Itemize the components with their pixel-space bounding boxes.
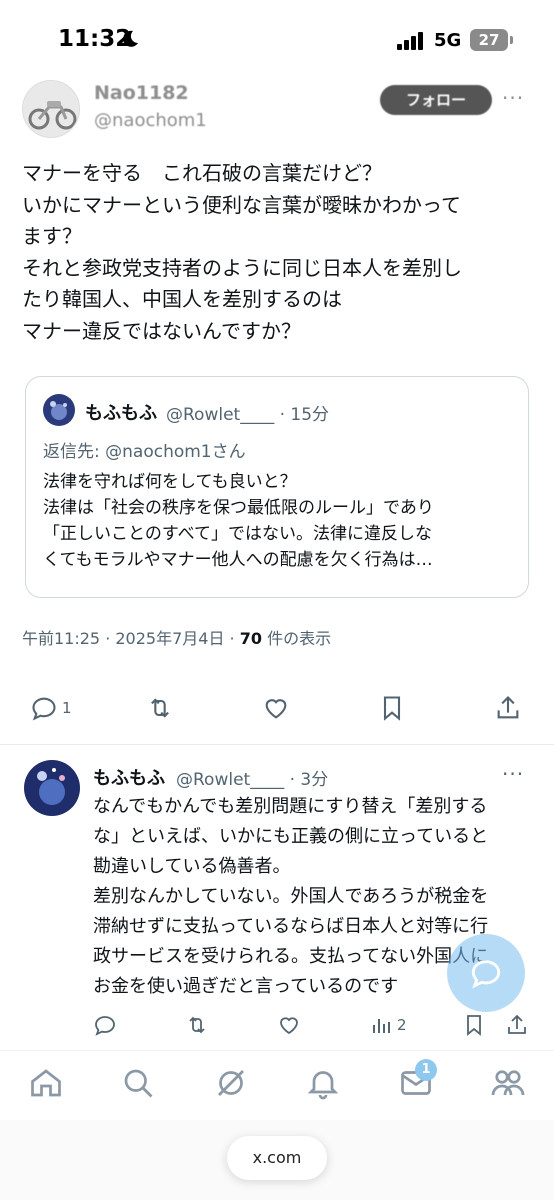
bookmark-icon xyxy=(467,1015,481,1036)
like-button[interactable] xyxy=(277,1005,301,1045)
repost-button[interactable] xyxy=(146,688,174,728)
post-text-line: マナー違反ではないんですか？ xyxy=(22,318,301,343)
follow-button[interactable]: フォロー xyxy=(380,85,492,115)
heart-icon xyxy=(280,1017,298,1035)
motorcycle-icon xyxy=(28,101,77,130)
grok-icon xyxy=(218,1070,244,1096)
repost-icon xyxy=(151,698,169,718)
moon-icon xyxy=(123,30,138,47)
reply-author-name[interactable]: もふもふ xyxy=(93,764,165,790)
chat-bubble-icon xyxy=(471,960,501,989)
bookmark-icon xyxy=(383,696,401,721)
nav-grok[interactable] xyxy=(213,1065,249,1101)
share-button[interactable] xyxy=(494,688,522,728)
reply-count: 1 xyxy=(62,699,72,717)
status-bar: 11:32 5G 27 xyxy=(0,0,554,84)
reply-icon xyxy=(32,697,56,721)
repost-button[interactable] xyxy=(185,1005,209,1045)
display-name[interactable]: Nao1182 xyxy=(94,82,189,104)
quote-author-name: もふもふ xyxy=(85,403,157,424)
user-handle[interactable]: @naochom1 xyxy=(94,110,207,131)
notification-badge: 1 xyxy=(415,1059,437,1081)
battery-icon: 27 xyxy=(470,29,508,51)
quote-text-line: 「正しいことのすべて」ではない。法律に違反しな xyxy=(43,524,432,544)
like-button[interactable] xyxy=(262,688,290,728)
post-timestamp: 午前11:25 · 2025年7月4日 · 70 件の表示 xyxy=(22,625,331,649)
post-text-line: それと参政党支持者のように同じ日本人を差別し xyxy=(22,255,462,280)
views-count: 70 xyxy=(239,629,262,648)
url-bar[interactable]: x.com xyxy=(227,1136,327,1180)
bell-icon xyxy=(307,1071,339,1100)
reply-text-line: 差別なんかしていない。外国人であろうが税金を xyxy=(93,886,489,907)
reply-icon xyxy=(95,1016,115,1036)
nav-communities[interactable] xyxy=(490,1065,526,1101)
quote-reply-to: 返信先: @naochom1さん xyxy=(43,442,246,462)
quote-avatar xyxy=(43,394,75,426)
reply-text-line: な」といえば、いかにも正義の側に立っていると xyxy=(93,826,489,847)
quote-text-line: 法律を守れば何をしても良いと？ xyxy=(43,472,297,492)
quote-text-line: くてもモラルやマナー他人への配慮を欠く行為は… xyxy=(43,550,433,570)
network-label: 5G xyxy=(434,30,462,51)
quoted-post-card[interactable]: もふもふ @Rowlet____ · 15分 返信先: @naochom1さん … xyxy=(25,376,529,598)
views-count: 2 xyxy=(397,1016,407,1034)
bottom-navigation: 1 xyxy=(0,1050,554,1120)
divider xyxy=(0,744,554,745)
post-text-line: いかにマナーという便利な言葉が曖昧かわかって xyxy=(22,192,461,217)
compose-reply-button[interactable] xyxy=(447,934,525,1012)
post-text: マナーを守る これ石破の言葉だけど？ いかにマナーという便利な言葉が曖昧かわかっ… xyxy=(22,158,537,348)
repost-icon xyxy=(189,1016,205,1034)
views-button[interactable]: 2 xyxy=(369,1005,407,1045)
reply-text-line: 勘違いしている偽善者。 xyxy=(93,856,291,877)
post-action-bar: 1 xyxy=(0,688,554,728)
quote-text-line: 法律は「社会の秩序を保つ最低限のルール」であり xyxy=(43,498,434,518)
battery-tip xyxy=(510,36,513,44)
reply-avatar[interactable] xyxy=(24,760,80,816)
bookmark-button[interactable] xyxy=(378,688,406,728)
heart-icon xyxy=(265,699,287,719)
views-label: 件の表示 xyxy=(261,629,332,648)
search-icon xyxy=(124,1069,153,1098)
nav-search[interactable] xyxy=(120,1065,156,1101)
signal-icon xyxy=(397,32,423,50)
timestamp-text: 午前11:25 · 2025年7月4日 · xyxy=(22,629,240,648)
share-icon xyxy=(497,696,519,719)
post-text-line: たり韓国人、中国人を差別するのは xyxy=(22,287,342,312)
share-icon xyxy=(508,1014,526,1034)
reply-button[interactable] xyxy=(93,1005,117,1045)
nav-home[interactable] xyxy=(28,1065,64,1101)
reply-button[interactable]: 1 xyxy=(30,688,72,728)
reply-text-line: なんでもかんでも差別問題にすり替え「差別する xyxy=(93,796,488,817)
reply-author-meta: @Rowlet____ · 3分 xyxy=(176,770,329,790)
avatar[interactable] xyxy=(22,80,80,138)
share-button[interactable] xyxy=(505,1005,529,1045)
home-icon xyxy=(31,1069,61,1097)
more-options-icon[interactable]: ··· xyxy=(502,762,524,786)
analytics-icon xyxy=(373,1019,390,1033)
quote-author-meta: @Rowlet____ · 15分 xyxy=(166,405,330,425)
post-text-line: ます？ xyxy=(22,224,82,249)
post-text-line: マナーを守る これ石破の言葉だけど？ xyxy=(22,161,382,185)
nav-notifications[interactable] xyxy=(305,1065,341,1101)
more-options-icon[interactable]: ··· xyxy=(502,86,524,110)
quote-text: 法律を守れば何をしても良いと？ 法律は「社会の秩序を保つ最低限のルール」であり … xyxy=(43,469,518,573)
people-icon xyxy=(491,1070,525,1096)
reply-action-bar: 2 xyxy=(0,1005,554,1036)
